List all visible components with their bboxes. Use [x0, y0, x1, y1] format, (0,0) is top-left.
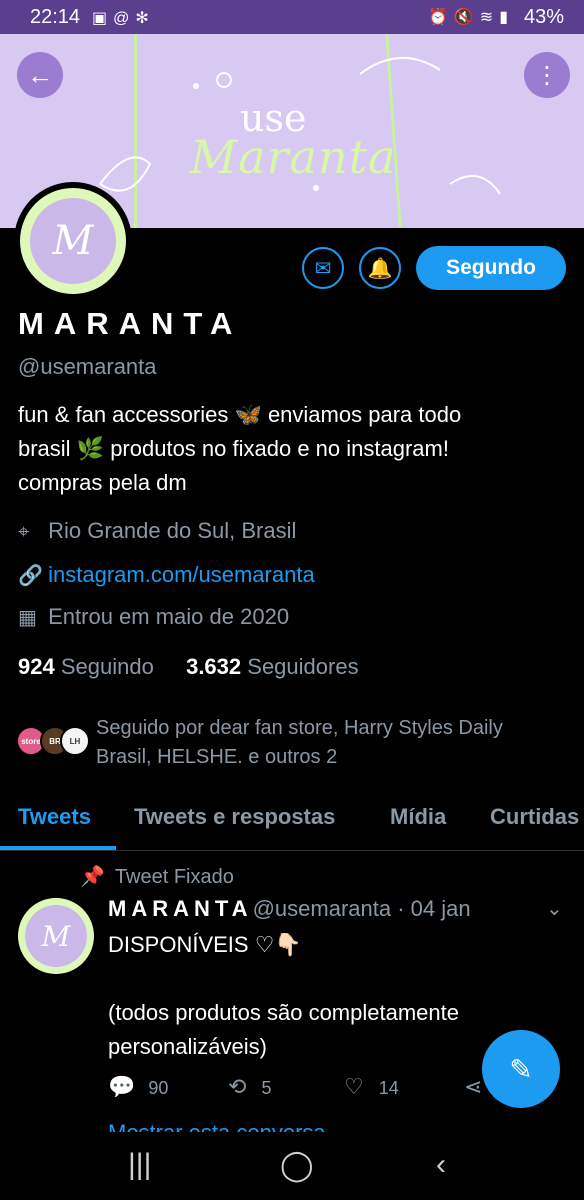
wifi-icon: ≋: [479, 9, 500, 26]
following-count: 924: [18, 654, 55, 679]
alarm-icon: ⏰: [427, 9, 454, 26]
like-count: 14: [378, 1078, 399, 1098]
at-icon: @: [113, 10, 136, 27]
retweet-count: 5: [261, 1078, 272, 1098]
battery-percent: 43%: [523, 6, 564, 28]
tweet-author-name[interactable]: MARANTA: [108, 896, 253, 921]
envelope-icon: ✉: [314, 257, 332, 280]
profile-avatar[interactable]: M: [14, 182, 132, 300]
tweet-text[interactable]: DISPONÍVEIS ♡👇🏻 (todos produtos são comp…: [108, 928, 538, 1064]
follow-counts: 924 Seguindo 3.632 Seguidores: [18, 654, 359, 680]
message-button[interactable]: ✉: [302, 247, 344, 289]
reply-icon: 💬: [108, 1074, 136, 1099]
show-thread-link[interactable]: Mostrar esta conversa: [108, 1120, 326, 1132]
image-icon: ▣: [92, 10, 114, 27]
arrow-left-icon: ←: [27, 59, 53, 90]
active-tab-indicator: [0, 846, 116, 850]
tweet-menu-button[interactable]: ⌄: [546, 896, 563, 921]
back-button[interactable]: ←: [17, 52, 63, 98]
tweet-line: (todos produtos são completamente: [108, 1000, 459, 1025]
share-icon: ⋖: [464, 1074, 483, 1099]
banner-subtitle: Maranta: [190, 130, 397, 184]
website-link[interactable]: instagram.com/usemaranta: [48, 562, 315, 587]
atom-icon: ✻: [135, 10, 155, 27]
website-row: 🔗 instagram.com/usemaranta: [18, 562, 315, 588]
followers-count: 3.632: [186, 654, 242, 679]
pinned-label-row: 📌 Tweet Fixado: [80, 864, 234, 889]
more-options-button[interactable]: ⋮: [524, 52, 570, 98]
location-text: Rio Grande do Sul, Brasil: [48, 518, 297, 543]
followers-label: Seguidores: [247, 654, 359, 679]
notification-icons: ▣@✻: [92, 8, 155, 28]
recent-apps-button[interactable]: |||: [128, 1148, 151, 1182]
feather-plus-icon: ✎: [509, 1053, 533, 1085]
signal-icon: ▮: [499, 9, 514, 26]
followers-you-know-avatars[interactable]: store BR LH: [16, 726, 96, 758]
tweet-line: personalizáveis): [108, 1034, 267, 1059]
followed-by-line: Seguido por dear fan store, Harry Styles…: [96, 717, 503, 739]
following-button[interactable]: Segundo: [416, 246, 566, 290]
reply-action[interactable]: 💬 90: [108, 1074, 168, 1100]
followers-stat[interactable]: 3.632 Seguidores: [186, 654, 359, 679]
bio-line: fun & fan accessories 🦋 enviamos para to…: [18, 402, 462, 427]
joined-text: Entrou em maio de 2020: [48, 604, 290, 629]
share-action[interactable]: ⋖: [464, 1074, 482, 1100]
location-pin-icon: ⌖: [18, 521, 30, 543]
chevron-down-icon: ⌄: [546, 898, 563, 920]
system-nav-bar: ||| ◯ ‹: [0, 1134, 584, 1200]
avatar-logo: M: [30, 198, 116, 284]
tweet-header: MARANTA@usemaranta · 04 jan: [108, 896, 471, 922]
pin-icon: 📌: [80, 866, 105, 888]
profile-tabs: Tweets Tweets e respostas Mídia Curtidas: [0, 800, 584, 851]
tab-likes[interactable]: Curtidas: [490, 804, 579, 830]
retweet-icon: ⟲: [228, 1074, 247, 1099]
pinned-label: Tweet Fixado: [114, 866, 234, 888]
bio-line: compras pela dm: [18, 470, 187, 495]
status-bar: 22:14 ▣@✻ ⏰🔇≋▮ 43%: [0, 0, 584, 34]
profile-bio: fun & fan accessories 🦋 enviamos para to…: [18, 398, 558, 500]
reply-count: 90: [148, 1078, 169, 1098]
followed-by-line: Brasil, HELSHE. e outros 2: [96, 746, 338, 768]
avatar-logo: M: [25, 905, 87, 967]
calendar-icon: ▦: [18, 607, 37, 629]
retweet-action[interactable]: ⟲ 5: [228, 1074, 271, 1100]
like-action[interactable]: ♡ 14: [344, 1074, 399, 1100]
following-stat[interactable]: 924 Seguindo: [18, 654, 154, 679]
heart-icon: ♡: [344, 1074, 364, 1099]
bio-line: brasil 🌿 produtos no fixado e no instagr…: [18, 436, 449, 461]
back-nav-button[interactable]: ‹: [436, 1148, 446, 1182]
mute-icon: 🔇: [453, 9, 480, 26]
home-button[interactable]: ◯: [280, 1148, 314, 1183]
location-row: ⌖ Rio Grande do Sul, Brasil: [18, 518, 296, 544]
avatar-ring: M: [20, 188, 126, 294]
bell-plus-icon: 🔔: [367, 257, 393, 280]
tab-media[interactable]: Mídia: [390, 804, 446, 830]
profile-name: MARANTA: [18, 306, 243, 341]
status-time: 22:14: [30, 6, 81, 28]
link-icon: 🔗: [18, 565, 43, 587]
tweet-author-handle-date: @usemaranta · 04 jan: [252, 896, 471, 921]
following-label: Seguindo: [60, 654, 154, 679]
tab-tweets[interactable]: Tweets: [18, 804, 91, 830]
profile-handle: @usemaranta: [18, 354, 157, 379]
mini-avatar: LH: [60, 726, 90, 756]
joined-row: ▦ Entrou em maio de 2020: [18, 604, 289, 630]
tweet-author-avatar[interactable]: M: [18, 898, 94, 974]
followed-by-text[interactable]: Seguido por dear fan store, Harry Styles…: [96, 714, 566, 772]
system-icons: ⏰🔇≋▮: [428, 7, 514, 27]
compose-tweet-button[interactable]: ✎: [482, 1030, 560, 1108]
notifications-button[interactable]: 🔔: [359, 247, 401, 289]
more-vertical-icon: ⋮: [535, 61, 559, 89]
tab-tweets-and-replies[interactable]: Tweets e respostas: [134, 804, 335, 830]
tweet-line: DISPONÍVEIS ♡👇🏻: [108, 932, 302, 957]
